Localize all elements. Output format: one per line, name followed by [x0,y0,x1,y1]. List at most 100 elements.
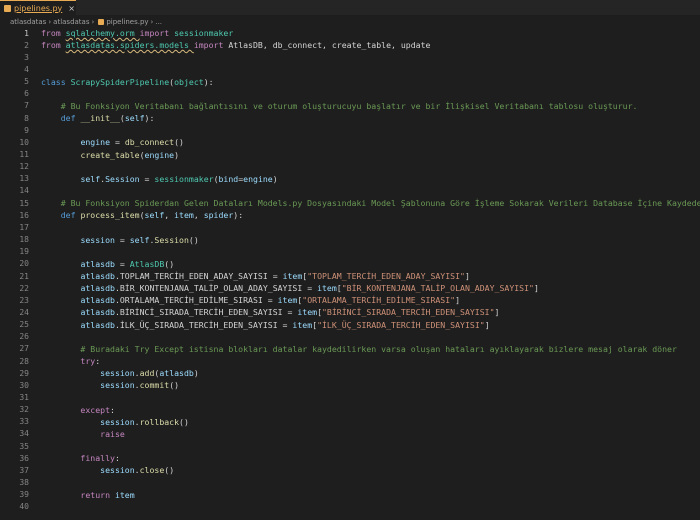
code-line[interactable]: 2 from atlasdatas.spiders.models import A… [0,39,700,51]
code-line[interactable]: 13 self.Session = sessionmaker(bind=engi… [0,173,700,185]
code-token: import [139,28,175,38]
code-token: () [188,234,199,245]
code-token: = [114,258,130,269]
code-line[interactable]: 33 session.rollback() [0,416,700,428]
close-icon[interactable]: × [68,4,75,13]
code-line[interactable]: 6 [0,88,700,100]
code-line[interactable]: 5 class ScrapySpiderPipeline(object): [0,76,700,88]
code-token: rollback [139,416,180,427]
code-line[interactable]: 11 create_table(engine) [0,149,700,161]
code-token: session [100,416,135,427]
code-line[interactable]: 39 return item [0,489,700,501]
code-token: sessionmaker [154,173,214,184]
code-line[interactable]: 22 atlasdb.BİR_KONTENJANA_TALİP_OLAN_ADA… [0,282,700,294]
line-number: 25 [19,320,29,330]
code-token: ] [533,283,539,294]
code-line[interactable]: 34 raise [0,428,700,440]
code-line[interactable]: 10 engine = db_connect() [0,136,700,148]
code-line[interactable]: 15 # Bu Fonksiyon Spiderdan Gelen Datala… [0,197,700,209]
code-token: ] [464,271,470,281]
code-token: add [139,368,155,379]
code-token: self [124,113,145,124]
line-number: 15 [19,198,29,208]
python-file-icon [4,4,11,12]
code-token: .ORTALAMA_TERCİH_EDİLME_SIRASI = [114,295,278,306]
code-token: from [41,40,66,51]
code-line[interactable]: 32 except: [0,404,700,416]
code-line[interactable]: 3 [0,51,700,63]
code-line[interactable]: 8 def __init__(self): [0,112,700,124]
line-number: 23 [19,295,29,305]
code-token: self [144,210,165,221]
code-line[interactable]: 7 # Bu Fonksiyon Veritabanı bağlantısını… [0,100,700,112]
code-line[interactable]: 31 [0,392,700,404]
code-line[interactable]: 38 [0,477,700,489]
code-text: from atlasdatas.spiders.models import At… [41,40,430,50]
code-token: finally [41,453,115,464]
code-token: atlasdatas.spiders.models [65,40,194,51]
line-number: 18 [19,235,29,245]
code-line[interactable]: 37 session.close() [0,464,700,476]
code-line[interactable]: 28 try: [0,355,700,367]
code-line[interactable]: 20 atlasdb = AtlasDB() [0,258,700,270]
code-line[interactable]: 18 session = self.Session() [0,234,700,246]
code-line[interactable]: 25 atlasdb.İLK_ÜÇ_SIRADA_TERCİH_EDEN_SAY… [0,319,700,331]
code-line[interactable]: 36 finally: [0,452,700,464]
code-line[interactable]: 14 [0,185,700,197]
line-number: 27 [19,344,29,354]
code-line[interactable]: 24 atlasdb.BİRİNCİ_SIRADA_TERCİH_EDEN_SA… [0,306,700,318]
code-text: session.rollback() [41,417,189,427]
code-line[interactable]: 21 atlasdb.TOPLAM_TERCİH_EDEN_ADAY_SAYIS… [0,270,700,282]
code-line[interactable]: 17 [0,221,700,233]
code-token: = [114,234,130,245]
line-number: 2 [24,40,29,50]
code-line[interactable]: 9 [0,124,700,136]
line-number: 11 [19,150,29,159]
code-text: session.add(atlasdb) [41,368,199,378]
code-token: atlasdb [80,271,115,281]
code-token: "İLK_ÜÇ_SIRADA_TERCİH_EDEN_SAYISI" [317,319,485,330]
line-number: 17 [19,222,29,232]
code-line[interactable]: 26 [0,331,700,343]
line-number: 7 [24,101,29,111]
tab-pipelines[interactable]: pipelines.py × [0,0,76,15]
line-number: 36 [19,453,29,463]
code-line[interactable]: 4 [0,63,700,75]
line-number: 6 [24,89,29,99]
code-text: finally: [41,453,120,464]
code-token: ScrapySpiderPipeline [70,76,170,87]
code-text: engine = db_connect() [41,137,184,147]
code-token: : [95,356,101,367]
tab-label: pipelines.py [14,3,63,13]
code-line[interactable]: 27 # Buradaki Try Except istisna bloklar… [0,343,700,355]
line-number: 8 [24,113,29,123]
code-token: () [174,137,184,148]
code-text: create_table(engine) [41,150,179,160]
code-line[interactable]: 23 atlasdb.ORTALAMA_TERCİH_EDİLME_SIRASI… [0,294,700,306]
code-token: engine [243,173,273,184]
code-token: "TOPLAM_TERCİH_EDEN_ADAY_SAYISI" [307,271,465,281]
code-line[interactable]: 29 session.add(atlasdb) [0,367,700,379]
code-token: () [169,380,180,391]
code-token: .İLK_ÜÇ_SIRADA_TERCİH_EDEN_SAYISI = [114,319,293,330]
code-line[interactable]: 30 session.commit() [0,379,700,391]
code-editor[interactable]: 1 from sqlalchemy.orm import sessionmaker… [0,25,700,520]
code-line[interactable]: 40 [0,501,700,513]
code-token: atlasdb [80,295,115,306]
line-number: 10 [19,137,29,147]
code-token: except [41,404,111,415]
code-line[interactable]: 35 [0,440,700,452]
code-line[interactable]: 1 from sqlalchemy.orm import sessionmaker [0,27,700,39]
code-text: def process_item(self, item, spider): [41,210,243,220]
code-token: .BİR_KONTENJANA_TALİP_OLAN_ADAY_SAYISI = [114,283,318,294]
code-line[interactable]: 16 def process_item(self, item, spider): [0,209,700,221]
line-number: 21 [19,271,29,281]
code-line[interactable]: 19 [0,246,700,258]
code-token: : [114,453,120,464]
code-text: def __init__(self): [41,113,155,124]
code-line[interactable]: 12 [0,161,700,173]
code-token: ) [193,368,199,379]
code-token: "ORTALAMA_TERCİH_EDİLME_SIRASI" [302,295,456,306]
